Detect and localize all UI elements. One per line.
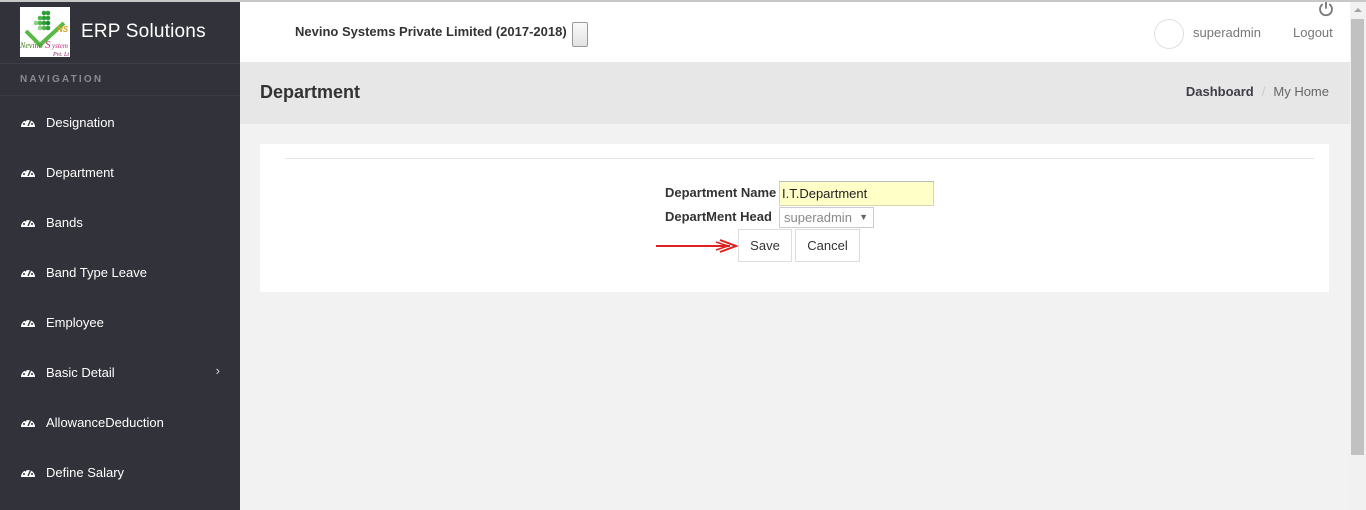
sidebar: NS Nevino S ystem Pvt. Lt ERP Solutions … bbox=[0, 0, 240, 510]
username[interactable]: superadmin bbox=[1193, 25, 1261, 40]
department-head-value: superadmin bbox=[784, 210, 852, 225]
svg-text:ystem: ystem bbox=[51, 42, 68, 50]
svg-text:S: S bbox=[45, 39, 51, 51]
breadcrumb: Dashboard / My Home bbox=[1186, 84, 1329, 99]
caret-down-icon: ▼ bbox=[859, 212, 868, 222]
divider bbox=[285, 158, 1314, 159]
window-top-border bbox=[0, 0, 1366, 2]
dashboard-gauge-icon bbox=[20, 116, 36, 128]
sidebar-item-label: Basic Detail bbox=[46, 364, 115, 380]
dashboard-gauge-icon bbox=[20, 416, 36, 428]
breadcrumb-my-home[interactable]: My Home bbox=[1273, 84, 1329, 99]
sidebar-item-basic-detail[interactable]: Basic Detail › bbox=[0, 347, 240, 397]
sidebar-item-define-salary[interactable]: Define Salary bbox=[0, 447, 240, 497]
department-form-panel: Department Name DepartMent Head superadm… bbox=[260, 144, 1329, 292]
nav-list: Designation Department Bands Band Type L… bbox=[0, 97, 240, 497]
avatar[interactable] bbox=[1154, 19, 1184, 49]
sidebar-item-label: Department bbox=[46, 164, 114, 180]
company-name: Nevino Systems Private Limited (2017-201… bbox=[295, 24, 567, 39]
svg-text:Nevino: Nevino bbox=[20, 41, 43, 50]
department-name-input[interactable] bbox=[779, 181, 934, 206]
breadcrumb-dashboard[interactable]: Dashboard bbox=[1186, 84, 1254, 99]
sidebar-item-label: Designation bbox=[46, 114, 115, 130]
save-button[interactable]: Save bbox=[738, 229, 792, 262]
svg-text:Pvt. Lt: Pvt. Lt bbox=[52, 52, 69, 57]
sidebar-item-employee[interactable]: Employee bbox=[0, 297, 240, 347]
vertical-scrollbar[interactable] bbox=[1350, 2, 1366, 510]
dashboard-gauge-icon bbox=[20, 216, 36, 228]
breadcrumb-separator: / bbox=[1261, 84, 1266, 99]
sidebar-item-bands[interactable]: Bands bbox=[0, 197, 240, 247]
sidebar-item-label: Band Type Leave bbox=[46, 264, 147, 280]
dashboard-gauge-icon bbox=[20, 166, 36, 178]
scroll-up-arrow-icon[interactable] bbox=[1354, 8, 1362, 12]
sidebar-item-label: Bands bbox=[46, 214, 83, 230]
dashboard-gauge-icon bbox=[20, 466, 36, 478]
company-logo[interactable]: NS Nevino S ystem Pvt. Lt bbox=[20, 6, 70, 57]
sidebar-item-label: Define Salary bbox=[46, 464, 125, 480]
page-title: Department bbox=[260, 82, 361, 102]
department-head-select[interactable]: superadmin ▼ bbox=[779, 207, 874, 228]
chevron-right-icon[interactable]: › bbox=[216, 363, 220, 378]
sidebar-item-label: AllowanceDeduction bbox=[46, 414, 164, 430]
company-switch-button[interactable] bbox=[572, 22, 588, 47]
dashboard-gauge-icon bbox=[20, 266, 36, 278]
annotation-arrow-icon bbox=[656, 239, 738, 253]
sidebar-item-allowance-deduction[interactable]: AllowanceDeduction bbox=[0, 397, 240, 447]
brand: NS Nevino S ystem Pvt. Lt ERP Solutions bbox=[0, 0, 240, 64]
nav-header: NAVIGATION bbox=[0, 64, 240, 96]
app-title: ERP Solutions bbox=[81, 20, 206, 42]
sidebar-item-designation[interactable]: Designation bbox=[0, 97, 240, 147]
scrollbar-thumb[interactable] bbox=[1351, 19, 1364, 455]
department-name-label: Department Name bbox=[665, 185, 777, 200]
logo-graphic: NS Nevino S ystem Pvt. Lt bbox=[20, 6, 70, 57]
dashboard-gauge-icon bbox=[20, 366, 36, 378]
power-icon[interactable] bbox=[1317, 0, 1335, 18]
department-head-label: DepartMent Head bbox=[665, 209, 772, 224]
page-header: Department Dashboard / My Home bbox=[240, 62, 1350, 124]
sidebar-item-band-type-leave[interactable]: Band Type Leave bbox=[0, 247, 240, 297]
dashboard-gauge-icon bbox=[20, 316, 36, 328]
cancel-button[interactable]: Cancel bbox=[795, 229, 860, 262]
sidebar-item-department[interactable]: Department bbox=[0, 147, 240, 197]
svg-text:NS: NS bbox=[57, 25, 69, 34]
sidebar-item-label: Employee bbox=[46, 314, 104, 330]
logout-link[interactable]: Logout bbox=[1293, 25, 1333, 40]
top-bar: Nevino Systems Private Limited (2017-201… bbox=[240, 0, 1350, 62]
